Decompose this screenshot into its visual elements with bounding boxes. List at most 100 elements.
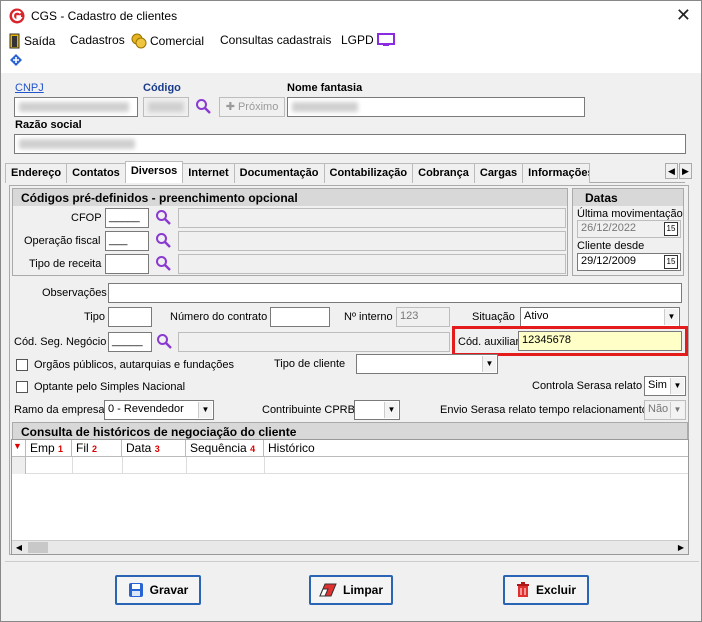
razao-social-field[interactable] (14, 134, 686, 154)
gravar-button[interactable]: Gravar (115, 575, 201, 605)
scroll-right-icon[interactable]: ▶ (674, 541, 688, 554)
operacao-fiscal-label: Operação fiscal (24, 235, 101, 247)
interno-label: Nº interno (344, 311, 393, 323)
tab-informacoes[interactable]: Informações Adi (522, 163, 591, 183)
column-sequencia[interactable]: Sequência 4 (186, 440, 264, 456)
title-bar: CGS - Cadastro de clientes ✕ (1, 1, 701, 31)
tab-scroll-left-icon[interactable]: ◀ (665, 163, 678, 179)
close-icon[interactable]: ✕ (676, 5, 691, 26)
menu-comercial[interactable]: Comercial (131, 33, 204, 49)
interno-field: 123 (396, 307, 450, 327)
operacao-description (178, 231, 566, 251)
cnpj-label[interactable]: CNPJ (15, 82, 44, 94)
menu-lgpd[interactable]: LGPD (341, 33, 395, 47)
cod-auxiliar-field[interactable]: 12345678 (518, 331, 682, 351)
tab-endereco[interactable]: Endereço (5, 163, 68, 183)
serasa-select[interactable]: Sim ▼ (644, 376, 686, 396)
observacoes-field[interactable] (108, 283, 682, 303)
cfop-field[interactable]: _____ (105, 208, 149, 228)
serasa-label: Controla Serasa relato (532, 380, 643, 392)
search-icon[interactable] (195, 98, 211, 114)
cfop-label: CFOP (71, 212, 102, 224)
operacao-fiscal-field[interactable]: ___ (105, 231, 149, 251)
grid-divider (122, 457, 123, 474)
main-window: CGS - Cadastro de clientes ✕ Saída Cadas… (0, 0, 702, 622)
tipo-receita-search-icon[interactable] (155, 255, 171, 271)
chevron-down-icon: ▼ (482, 356, 496, 372)
tab-documentacao[interactable]: Documentação (233, 163, 325, 183)
save-icon (128, 583, 143, 597)
tab-cargas[interactable]: Cargas (473, 163, 524, 183)
table-row[interactable] (12, 456, 688, 474)
horizontal-scrollbar[interactable]: ◀ ▶ (12, 540, 688, 554)
column-emp-label: Emp (30, 441, 55, 455)
cliente-desde-calendar-icon[interactable]: 15 (664, 255, 678, 269)
orgaos-label: Orgãos públicos, autarquias e fundações (34, 359, 234, 371)
menu-cadastros[interactable]: Cadastros (70, 33, 125, 47)
historico-grid[interactable]: ▼ Emp 1 Fil 2 Data 3 Sequência 4 Históri… (11, 439, 689, 555)
column-emp[interactable]: Emp 1 (26, 440, 72, 456)
historico-title: Consulta de históricos de negociação do … (13, 423, 687, 440)
cprb-select[interactable]: ▼ (354, 400, 400, 420)
cod-auxiliar-label: Cód. auxiliar (458, 336, 520, 348)
chevron-down-icon: ▼ (670, 402, 684, 418)
cod-seg-search-icon[interactable] (156, 333, 172, 349)
ramo-value: 0 - Revendedor (108, 403, 184, 415)
network-icon[interactable] (9, 53, 23, 67)
cod-seg-label: Cód. Seg. Negócio (14, 336, 107, 348)
situacao-select[interactable]: Ativo ▼ (520, 307, 680, 327)
window-title: CGS - Cadastro de clientes (31, 9, 178, 23)
chevron-down-icon: ▼ (384, 402, 398, 418)
operacao-search-icon[interactable] (155, 232, 171, 248)
tab-strip: Endereço Contatos Diversos Internet Docu… (5, 161, 685, 183)
contrato-field[interactable] (270, 307, 330, 327)
excluir-button[interactable]: Excluir (503, 575, 589, 605)
tipo-receita-label: Tipo de receita (29, 258, 102, 270)
tab-cobranca[interactable]: Cobrança (412, 163, 475, 183)
situacao-label: Situação (472, 311, 515, 323)
optante-checkbox[interactable] (16, 381, 28, 393)
calendar-icon[interactable]: 15 (664, 222, 678, 236)
cod-seg-field[interactable]: _____ (108, 332, 152, 352)
tipo-receita-field[interactable] (105, 254, 149, 274)
menu-consultas[interactable]: Consultas cadastrais (220, 33, 331, 47)
column-historico-label: Histórico (268, 441, 315, 455)
eraser-icon (319, 583, 337, 597)
excluir-label: Excluir (535, 583, 577, 597)
tab-diversos[interactable]: Diversos (124, 161, 184, 183)
codigo-field[interactable] (143, 97, 189, 117)
cnpj-field[interactable] (14, 97, 138, 117)
scroll-thumb[interactable] (28, 542, 48, 553)
proximo-button[interactable]: ✚ Próximo (219, 97, 285, 117)
ultima-movimentacao-value: 26/12/2022 (581, 222, 637, 234)
tipo-cliente-select[interactable]: ▼ (356, 354, 498, 374)
proximo-label: Próximo (237, 101, 279, 113)
tipo-receita-description (178, 254, 566, 274)
cfop-search-icon[interactable] (155, 209, 171, 225)
column-sequencia-label: Sequência (190, 441, 247, 455)
cprb-label: Contribuinte CPRB (262, 404, 355, 416)
ramo-select[interactable]: 0 - Revendedor ▼ (104, 400, 214, 420)
orgaos-checkbox[interactable] (16, 359, 28, 371)
cod-seg-description (178, 332, 450, 352)
app-logo-icon (9, 8, 25, 24)
scroll-left-icon[interactable]: ◀ (12, 541, 26, 554)
column-fil[interactable]: Fil 2 (72, 440, 122, 456)
tab-contatos[interactable]: Contatos (66, 163, 126, 183)
nome-fantasia-field[interactable] (287, 97, 585, 117)
tipo-field[interactable] (108, 307, 152, 327)
tab-internet[interactable]: Internet (182, 163, 235, 183)
menu-saida[interactable]: Saída (9, 33, 55, 49)
tab-scroll-right-icon[interactable]: ▶ (679, 163, 692, 179)
observacoes-label: Observações (42, 287, 107, 299)
limpar-button[interactable]: Limpar (309, 575, 393, 605)
tab-contabilizacao[interactable]: Contabilização (323, 163, 414, 183)
menu-saida-label: Saída (24, 34, 56, 48)
column-data[interactable]: Data 3 (122, 440, 186, 456)
envio-value: Não (648, 403, 669, 415)
situacao-value: Ativo (524, 310, 549, 322)
grid-divider (186, 457, 187, 474)
chevron-down-icon: ▼ (198, 402, 212, 418)
column-historico[interactable]: Histórico (264, 440, 688, 456)
optante-label: Optante pelo Simples Nacional (34, 381, 186, 393)
